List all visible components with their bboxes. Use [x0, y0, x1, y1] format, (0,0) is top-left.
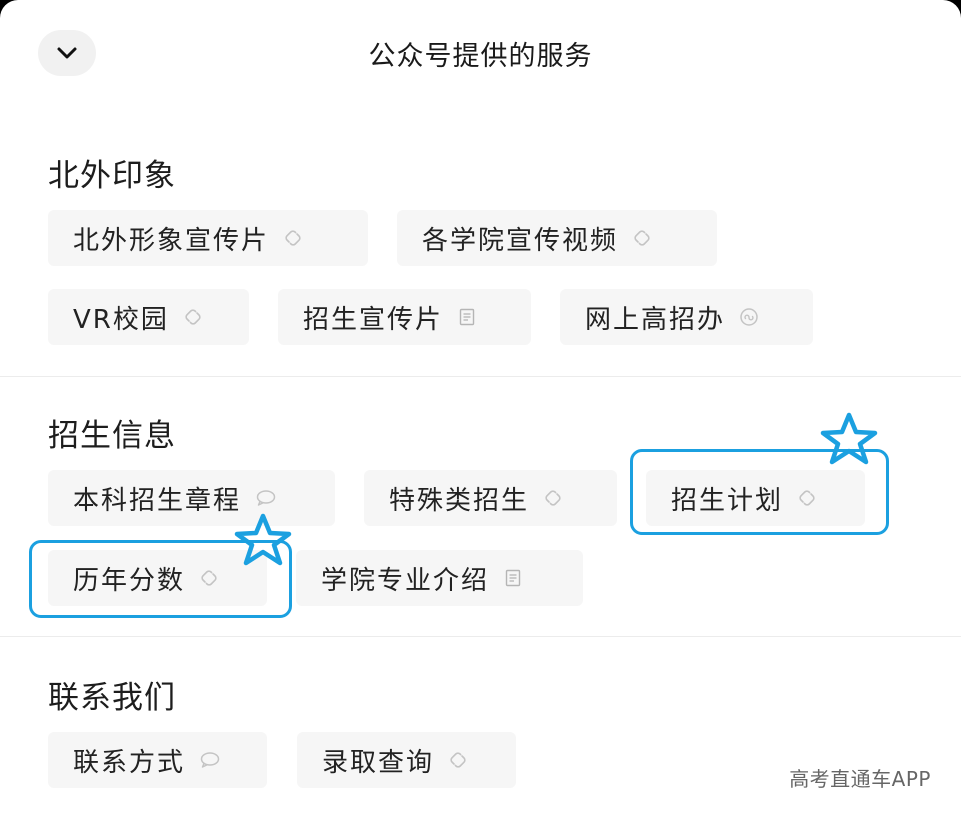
section-title-contact-us: 联系我们: [48, 680, 176, 716]
service-item-label: 北外形象宣传片: [73, 225, 270, 256]
star-outline-icon: [233, 513, 293, 567]
section-divider: [0, 376, 961, 377]
service-item-label: 特殊类招生: [389, 485, 530, 516]
sheet-header: 公众号提供的服务: [0, 0, 961, 105]
section-title-beiwai-impression: 北外印象: [48, 158, 176, 194]
service-item-admission-query[interactable]: 录取查询: [297, 732, 516, 788]
service-item-contact-info[interactable]: 联系方式: [48, 732, 267, 788]
service-item-label: 招生宣传片: [303, 304, 444, 335]
service-item-label: VR校园: [73, 304, 169, 335]
document-icon: [503, 568, 523, 588]
service-item-label: 各学院宣传视频: [422, 225, 619, 256]
service-item-college-videos[interactable]: 各学院宣传视频: [397, 210, 717, 266]
star-outline-icon: [819, 412, 879, 466]
watermark: 高考直通车APP: [789, 767, 931, 791]
service-item-label: 学院专业介绍: [321, 565, 490, 596]
service-item-admission-film[interactable]: 招生宣传片: [278, 289, 531, 345]
link-icon: [183, 307, 203, 327]
link-icon: [543, 488, 563, 508]
miniprogram-icon: [739, 307, 759, 327]
service-item-label: 网上高招办: [585, 304, 726, 335]
service-item-special-admission[interactable]: 特殊类招生: [364, 470, 617, 526]
service-sheet: 公众号提供的服务 北外印象 北外形象宣传片 各学院宣传视频 VR校园 招生宣传片…: [0, 0, 961, 820]
document-icon: [457, 307, 477, 327]
service-item-label: 本科招生章程: [73, 485, 242, 516]
link-icon: [632, 228, 652, 248]
service-item-college-majors[interactable]: 学院专业介绍: [296, 550, 583, 606]
service-item-promo-film[interactable]: 北外形象宣传片: [48, 210, 368, 266]
service-item-label: 录取查询: [322, 747, 435, 778]
section-title-admission-info: 招生信息: [48, 418, 176, 454]
sheet-title: 公众号提供的服务: [368, 41, 593, 72]
link-icon: [448, 750, 468, 770]
section-divider: [0, 636, 961, 637]
service-item-vr-campus[interactable]: VR校园: [48, 289, 249, 345]
chat-bubble-icon: [199, 750, 221, 770]
chat-bubble-icon: [255, 488, 277, 508]
service-item-online-admission-office[interactable]: 网上高招办: [560, 289, 813, 345]
service-item-label: 联系方式: [73, 747, 186, 778]
link-icon: [283, 228, 303, 248]
